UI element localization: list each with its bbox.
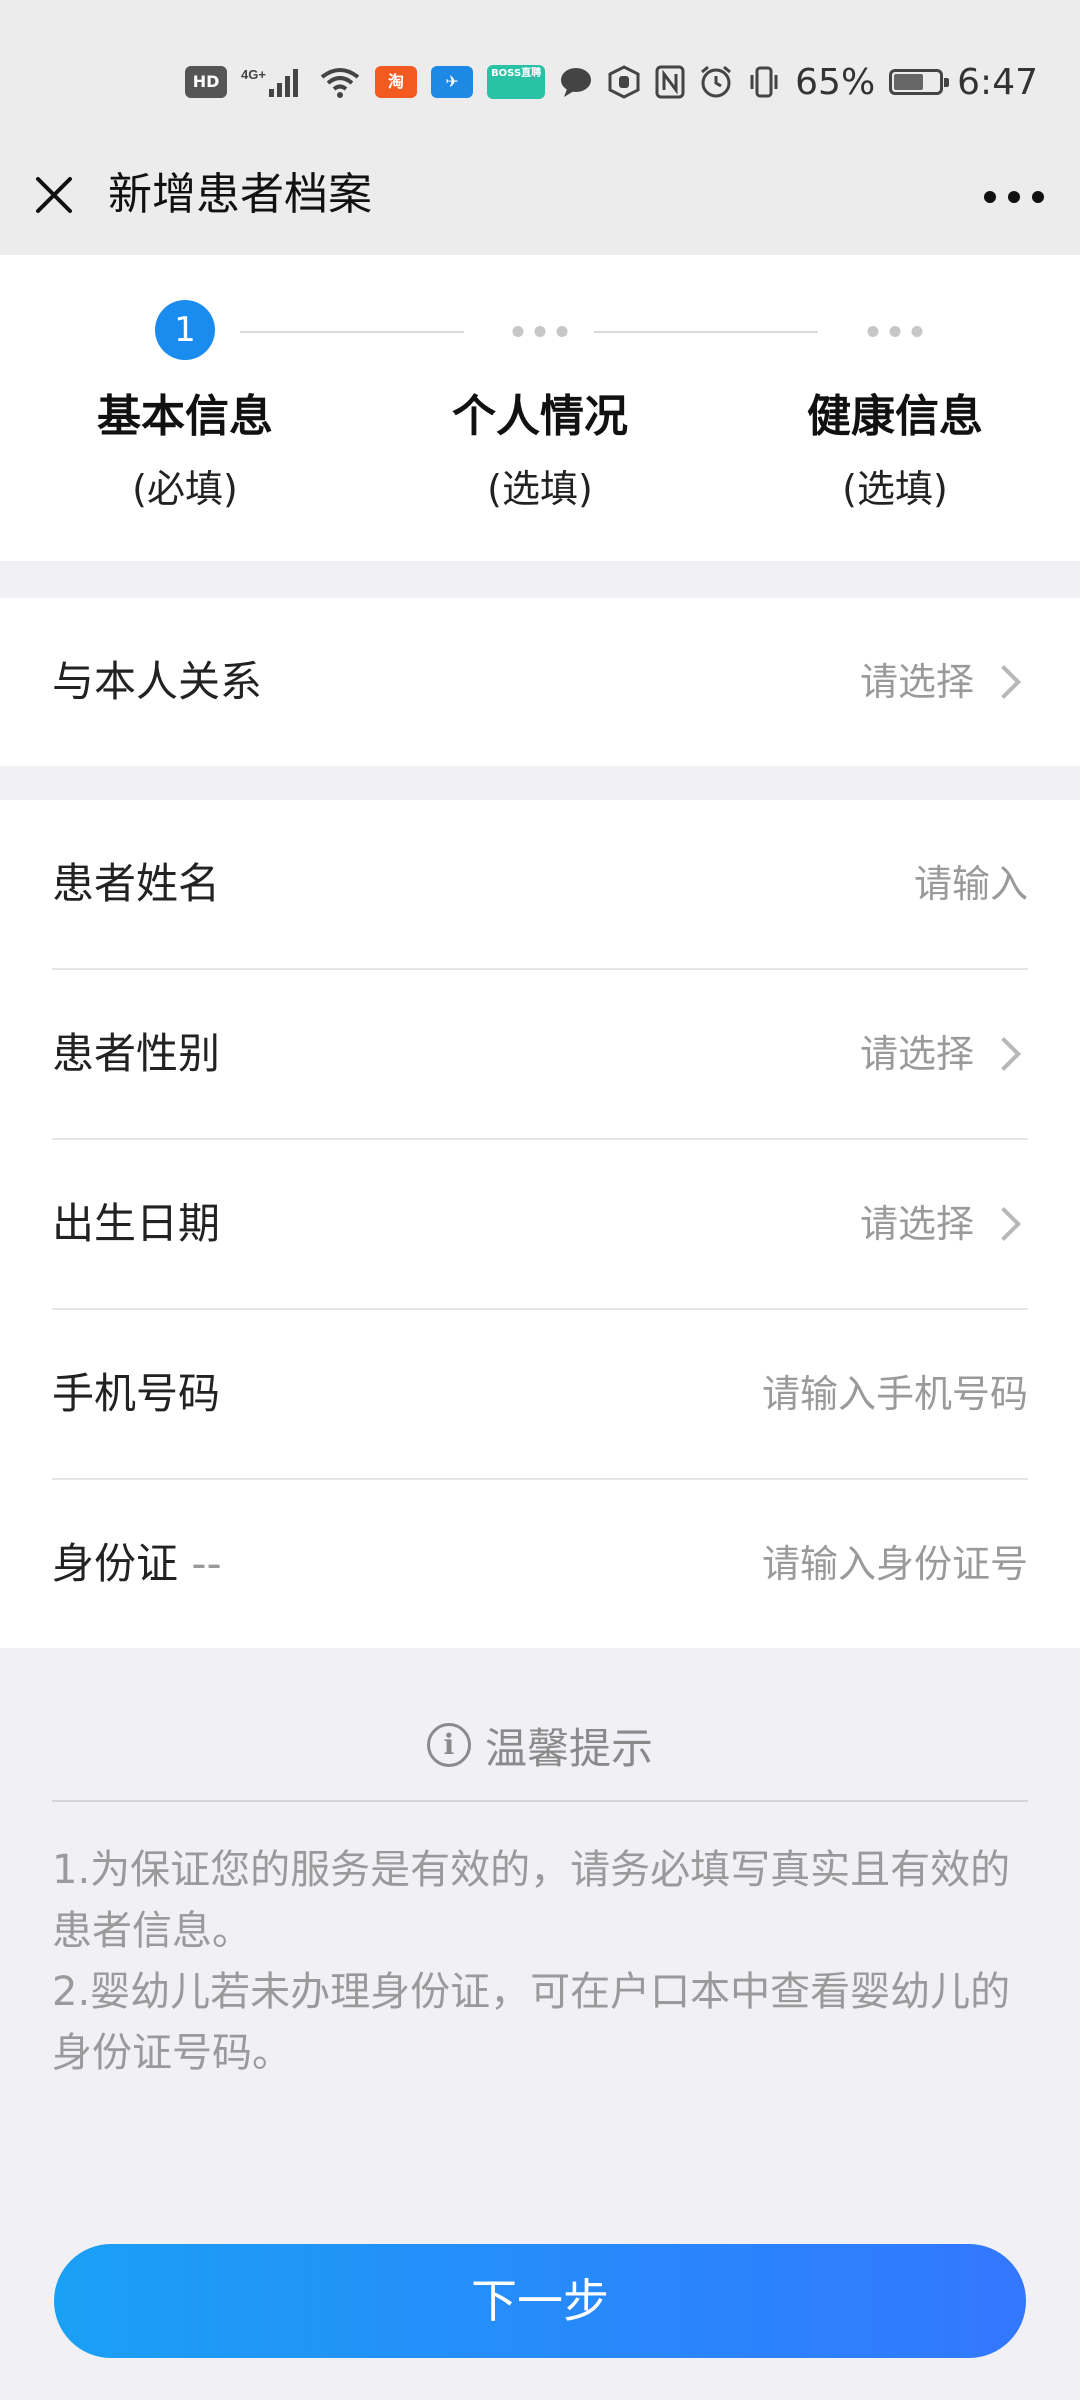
step-title: 个人情况 (452, 391, 628, 442)
hd-icon: HD (185, 66, 228, 98)
info-icon: i (426, 1723, 471, 1767)
relation-select[interactable]: 请选择 (860, 598, 1028, 766)
phone-label: 手机号码 (52, 1369, 221, 1418)
tip-item: 1.为保证您的服务是有效的，请务必填写真实且有效的患者信息。 (52, 1847, 1011, 1954)
step-connector (594, 331, 818, 333)
id-card-placeholder: 请输入身份证号 (761, 1542, 1028, 1586)
step-pending-dots (512, 326, 568, 337)
step-pending-dots (867, 326, 923, 337)
phone-row[interactable]: 手机号码 请输入手机号码 (52, 1310, 1028, 1480)
battery-percent: 65% (795, 61, 876, 103)
relation-label: 与本人关系 (52, 657, 263, 706)
wifi-icon (319, 65, 361, 99)
tip-item: 2.婴幼儿若未办理身份证，可在户口本中查看婴幼儿的身份证号码。 (52, 1969, 1011, 2076)
name-input[interactable]: 请输入 (914, 800, 1028, 968)
name-label: 患者姓名 (52, 859, 221, 908)
step-subtitle: (选填) (487, 467, 593, 511)
id-card-row[interactable]: 身份证 -- 请输入身份证号 (52, 1480, 1028, 1648)
svg-text:4G+: 4G+ (241, 67, 266, 82)
next-step-button[interactable]: 下一步 (54, 2244, 1026, 2358)
step-subtitle: (选填) (842, 467, 948, 511)
gender-row[interactable]: 患者性别 请选择 (52, 970, 1028, 1140)
name-row[interactable]: 患者姓名 请输入 (52, 800, 1028, 970)
chevron-right-icon (987, 1037, 1021, 1071)
step-title: 基本信息 (97, 391, 273, 442)
nfc-icon (655, 65, 685, 99)
message-icon (559, 65, 593, 99)
relation-row[interactable]: 与本人关系 请选择 (52, 598, 1028, 766)
step-title: 健康信息 (807, 391, 983, 442)
hand-icon (607, 65, 641, 99)
patient-info-section: 患者姓名 请输入 患者性别 请选择 出生日期 请选择 手机号码 请输入手机号码 … (0, 800, 1080, 1648)
4g-signal-icon: 4G+ (241, 65, 305, 99)
chevron-right-icon (987, 665, 1021, 699)
birthdate-label: 出生日期 (52, 1199, 221, 1248)
page-title: 新增患者档案 (108, 169, 372, 220)
clock: 6:47 (957, 61, 1038, 103)
battery-level (894, 74, 923, 90)
tips-body: 1.为保证您的服务是有效的，请务必填写真实且有效的患者信息。 2.婴幼儿若未办理… (52, 1840, 1032, 2084)
relation-section: 与本人关系 请选择 (0, 598, 1080, 766)
chevron-right-icon (987, 1207, 1021, 1241)
vibrate-icon (747, 65, 781, 99)
id-card-label[interactable]: 身份证 -- (52, 1480, 222, 1648)
tips-header: i 温馨提示 (52, 1690, 1028, 1802)
step-connector (240, 331, 464, 333)
battery-icon (889, 69, 950, 95)
birthdate-placeholder: 请选择 (859, 1202, 974, 1246)
progress-stepper: 1 基本信息 (必填) 个人情况 (选填) 健康信息 (选填) (0, 255, 1080, 561)
alarm-icon (699, 65, 733, 99)
close-icon[interactable] (30, 171, 78, 219)
step-subtitle: (必填) (132, 467, 238, 511)
gender-placeholder: 请选择 (859, 1032, 974, 1076)
relation-placeholder: 请选择 (859, 660, 974, 704)
birthdate-row[interactable]: 出生日期 请选择 (52, 1140, 1028, 1310)
phone-input[interactable]: 请输入手机号码 (762, 1310, 1028, 1478)
nav-bar: 新增患者档案 (0, 155, 1080, 255)
phone-placeholder: 请输入手机号码 (761, 1372, 1028, 1416)
status-icons: HD 4G+ 淘 ✈ BOSS直聘 65% 6:47 (185, 58, 1038, 106)
id-type-toggle[interactable]: -- (191, 1539, 221, 1588)
name-placeholder: 请输入 (913, 862, 1028, 906)
birthdate-select[interactable]: 请选择 (860, 1140, 1028, 1308)
id-card-label-text: 身份证 (52, 1539, 179, 1588)
tips-title: 温馨提示 (484, 1723, 653, 1773)
gender-label: 患者性别 (52, 1029, 221, 1078)
status-bar: HD 4G+ 淘 ✈ BOSS直聘 65% 6:47 (0, 0, 1080, 155)
step-number-badge: 1 (155, 300, 215, 360)
id-card-input[interactable]: 请输入身份证号 (762, 1480, 1028, 1648)
app-notification-icon: 淘 (375, 66, 418, 98)
dingtalk-icon: ✈ (431, 66, 474, 98)
boss-zhipin-icon: BOSS直聘 (487, 65, 546, 99)
gender-select[interactable]: 请选择 (860, 970, 1028, 1138)
more-options-icon[interactable] (984, 177, 1044, 217)
